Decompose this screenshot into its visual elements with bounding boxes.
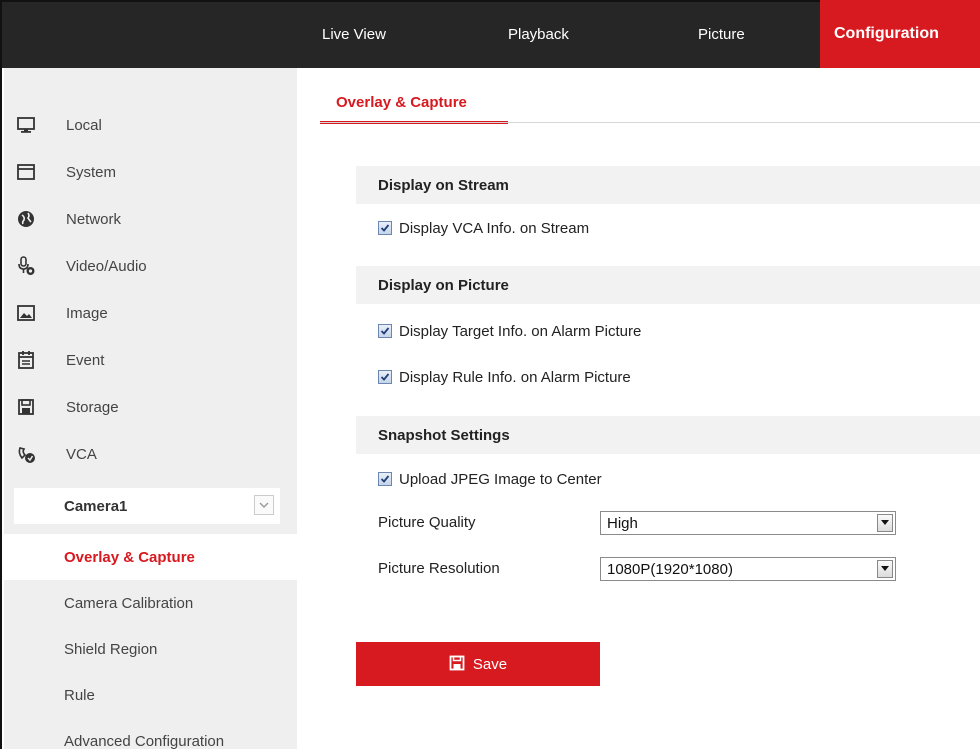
picture-resolution-select[interactable]: 1080P(1920*1080) bbox=[600, 557, 896, 581]
picture-quality-label: Picture Quality bbox=[378, 514, 476, 531]
picture-resolution-label: Picture Resolution bbox=[378, 560, 500, 577]
checkbox-display-target-info[interactable]: Display Target Info. on Alarm Picture bbox=[378, 320, 641, 342]
tab-overlay-capture[interactable]: Overlay & Capture bbox=[320, 86, 508, 124]
sidebar: Local System Network Video/Audio Image E… bbox=[4, 68, 297, 749]
section-title: Snapshot Settings bbox=[378, 426, 510, 444]
sidebar-item-event[interactable]: Event bbox=[4, 337, 297, 383]
monitor-icon bbox=[16, 115, 36, 135]
sidebar-item-network[interactable]: Network bbox=[4, 196, 297, 242]
sidebar-item-storage[interactable]: Storage bbox=[4, 384, 297, 430]
sidebar-subitem-label: Camera Calibration bbox=[64, 594, 194, 612]
checkbox-label: Display VCA Info. on Stream bbox=[399, 219, 590, 237]
checkbox-upload-jpeg[interactable]: Upload JPEG Image to Center bbox=[378, 468, 602, 490]
chevron-down-icon[interactable] bbox=[877, 560, 893, 578]
microphone-icon bbox=[16, 256, 36, 276]
sidebar-item-video-audio[interactable]: Video/Audio bbox=[4, 243, 297, 289]
section-title: Display on Stream bbox=[378, 176, 509, 194]
calendar-icon bbox=[16, 350, 36, 370]
save-button[interactable]: Save bbox=[356, 642, 600, 686]
checkbox-checked[interactable] bbox=[378, 324, 392, 338]
nav-playback[interactable]: Playback bbox=[508, 0, 569, 68]
checkbox-display-vca-info[interactable]: Display VCA Info. on Stream bbox=[378, 217, 589, 239]
globe-icon bbox=[16, 209, 36, 229]
sidebar-item-vca[interactable]: VCA bbox=[4, 431, 297, 477]
section-header-display-on-picture: Display on Picture bbox=[356, 266, 980, 304]
picture-resolution-value: 1080P(1920*1080) bbox=[607, 561, 733, 578]
sidebar-item-label: VCA bbox=[66, 445, 97, 463]
nav-picture[interactable]: Picture bbox=[698, 0, 745, 68]
checkbox-display-rule-info[interactable]: Display Rule Info. on Alarm Picture bbox=[378, 366, 631, 388]
sidebar-subitem-rule[interactable]: Rule bbox=[4, 672, 297, 718]
checkbox-label: Display Target Info. on Alarm Picture bbox=[399, 322, 642, 340]
system-window-icon bbox=[16, 162, 36, 182]
checkbox-label: Display Rule Info. on Alarm Picture bbox=[399, 368, 631, 386]
nav-configuration[interactable]: Configuration bbox=[820, 0, 980, 68]
checkbox-checked[interactable] bbox=[378, 472, 392, 486]
chevron-down-icon[interactable] bbox=[877, 514, 893, 532]
checkbox-checked[interactable] bbox=[378, 221, 392, 235]
app-frame: Live View Playback Picture Configuration… bbox=[0, 0, 980, 749]
chevron-down-icon[interactable] bbox=[254, 495, 274, 515]
sidebar-item-local[interactable]: Local bbox=[4, 102, 297, 148]
sidebar-subitem-label: Shield Region bbox=[64, 640, 158, 658]
picture-quality-select[interactable]: High bbox=[600, 511, 896, 535]
sidebar-item-label: Video/Audio bbox=[66, 257, 147, 275]
save-button-label: Save bbox=[472, 655, 508, 673]
sidebar-subitem-label: Advanced Configuration bbox=[64, 732, 225, 749]
section-title: Display on Picture bbox=[378, 276, 509, 294]
sidebar-subitem-advanced-configuration[interactable]: Advanced Configuration bbox=[4, 718, 297, 749]
image-icon bbox=[16, 303, 36, 323]
picture-quality-value: High bbox=[607, 515, 638, 532]
sidebar-item-label: Image bbox=[66, 304, 108, 322]
section-header-snapshot-settings: Snapshot Settings bbox=[356, 416, 980, 454]
tab-divider bbox=[320, 122, 980, 123]
sidebar-item-label: Network bbox=[66, 210, 122, 228]
sidebar-subitem-camera-calibration[interactable]: Camera Calibration bbox=[4, 580, 297, 626]
camera-select-value: Camera1 bbox=[64, 497, 128, 515]
sidebar-subitem-shield-region[interactable]: Shield Region bbox=[4, 626, 297, 672]
nav-live-view[interactable]: Live View bbox=[322, 0, 386, 68]
save-icon bbox=[449, 655, 465, 674]
vca-icon bbox=[16, 444, 36, 464]
section-header-display-on-stream: Display on Stream bbox=[356, 166, 980, 204]
sidebar-item-system[interactable]: System bbox=[4, 149, 297, 195]
sidebar-subitem-label: Overlay & Capture bbox=[64, 548, 195, 566]
floppy-disk-icon bbox=[16, 397, 36, 417]
sidebar-item-image[interactable]: Image bbox=[4, 290, 297, 336]
sidebar-subitem-overlay-capture[interactable]: Overlay & Capture bbox=[4, 534, 297, 580]
sidebar-item-label: Event bbox=[66, 351, 105, 369]
sidebar-subitem-label: Rule bbox=[64, 686, 95, 704]
sidebar-item-label: System bbox=[66, 163, 117, 181]
sidebar-item-label: Storage bbox=[66, 398, 119, 416]
tab-label: Overlay & Capture bbox=[336, 94, 467, 111]
sidebar-item-label: Local bbox=[66, 116, 102, 134]
camera-select[interactable]: Camera1 bbox=[14, 488, 280, 524]
checkbox-checked[interactable] bbox=[378, 370, 392, 384]
checkbox-label: Upload JPEG Image to Center bbox=[399, 470, 602, 488]
